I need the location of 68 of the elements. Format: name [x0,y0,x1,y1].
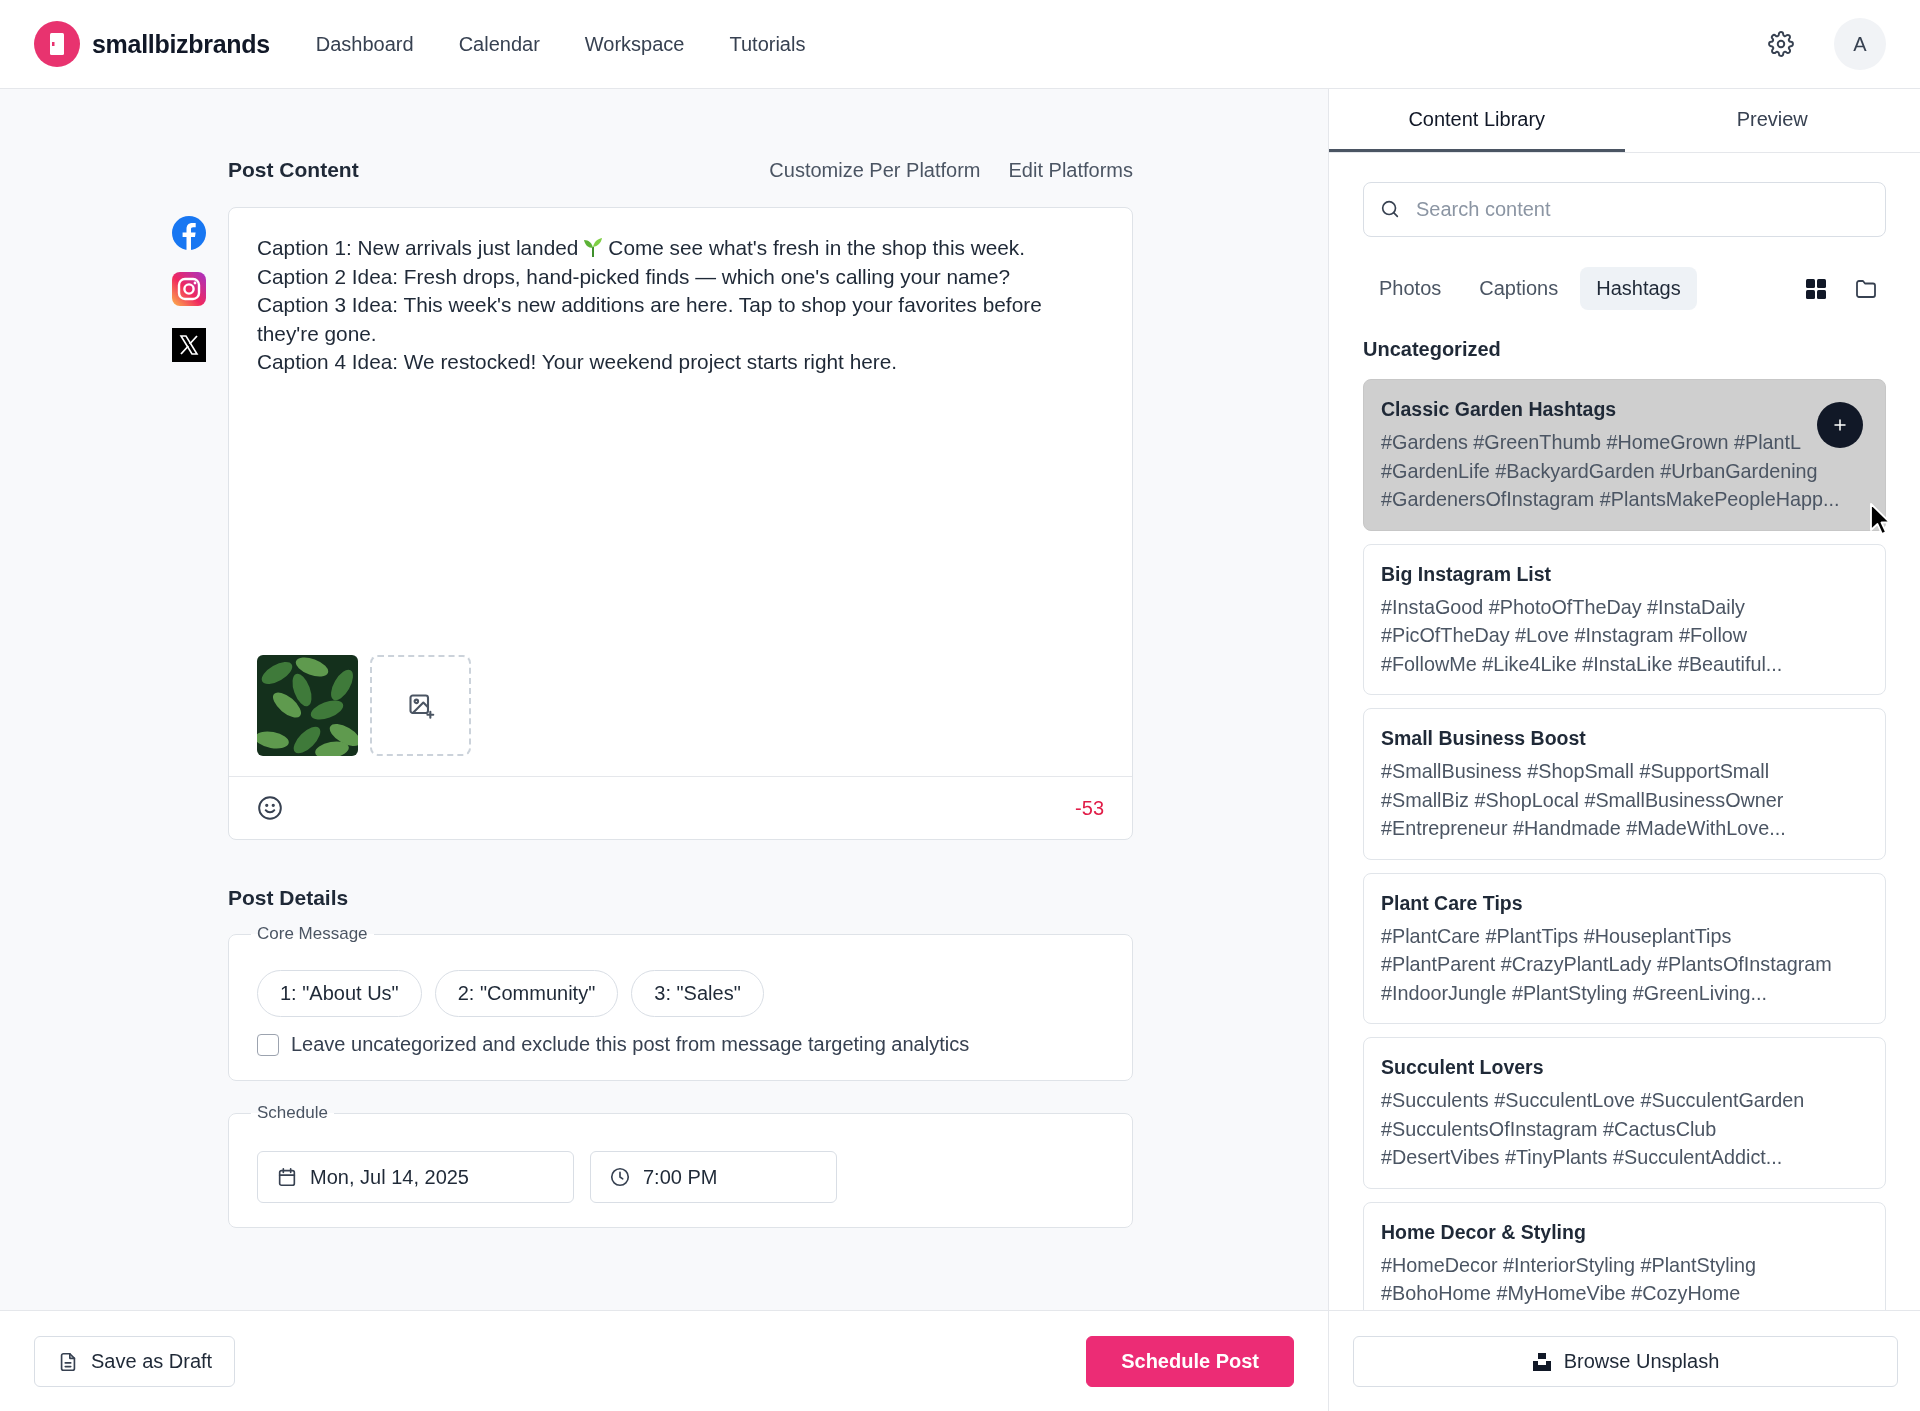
hashtag-list: #SmallBusiness #ShopSmall #SupportSmall #SmallBiz #ShopLocal #SmallBusinessOwner #Entrepreneur #Handmade #MadeWithLove... [1381,757,1868,843]
card-title: Home Decor & Styling [1381,1219,1587,1245]
checkbox-label: Leave uncategorized and exclude this post from message targeting analytics [291,1033,970,1056]
add-button[interactable] [1817,402,1863,448]
header-link[interactable]: Customize Per Platform [769,158,981,182]
hashtag-list: #Succulents #SucculentLove #SucculentGarden #SucculentsOfInstagram #CactusClub #DesertVibes #TinyPlants #SucculentAddict... [1381,1086,1868,1172]
card-title: Plant Care Tips [1381,890,1524,916]
caption-line: Caption 3 Idea: This week's new additions are here. Tap to shop your favorites before [257,292,1043,318]
caption-line: they're gone. [257,320,378,347]
nav-link[interactable]: Calendar [458,32,540,56]
facebook-icon[interactable] [172,216,206,250]
calendar-icon [276,1166,298,1188]
add-image-button[interactable] [370,655,471,756]
card-title: Big Instagram List [1381,561,1553,587]
caption-line: Caption 2 Idea: Fresh drops, hand-picked finds — which one's calling your name? [257,263,1012,290]
x-logo-icon[interactable] [172,328,206,362]
user-avatar[interactable]: A [1834,18,1886,70]
post-editor[interactable] [228,207,1133,840]
date-field[interactable]: Mon, Jul 14, 2025 [257,1151,574,1203]
browse-unsplash-button[interactable]: Browse Unsplash [1353,1336,1898,1387]
filter-tab[interactable]: Photos [1363,267,1458,310]
panel-tab[interactable]: Preview [1624,89,1920,152]
nav-link[interactable]: Dashboard [315,32,414,56]
hashtag-card[interactable]: Small Business Boost #SmallBusiness #ShopSmall #SupportSmall #SmallBiz #ShopLocal #SmallBusinessOwner #Entrepreneur #Handmade #MadeWithLove... [1363,708,1886,860]
section-title: Post Details [228,886,350,910]
hashtag-card[interactable]: Home Decor & Styling #HomeDecor #InteriorStyling #PlantStyling #BohoHome #MyHomeVibe #CozyHome [1363,1201,1886,1310]
clock-icon [609,1166,631,1188]
brand-name: smallbizbrands [92,29,270,59]
message-chip[interactable]: 3: "Sales" [631,970,764,1017]
hashtag-list: #HomeDecor #InteriorStyling #PlantStyling #BohoHome #MyHomeVibe #CozyHome [1381,1250,1868,1308]
search-field[interactable]: Search content [1363,182,1886,237]
hashtag-card[interactable]: Succulent Lovers #Succulents #SucculentLove #SucculentGarden #SucculentsOfInstagram #CactusClub #DesertVibes #TinyPlants #SucculentAddict... [1363,1037,1886,1189]
card-title: Classic Garden Hashtags [1381,397,1618,422]
search-icon [1379,198,1401,220]
camera-block-icon [1531,1351,1552,1372]
card-title: Small Business Boost [1381,726,1587,751]
group-label: Core Message [256,924,369,944]
header-link[interactable]: Edit Platforms [1008,158,1133,182]
panel-tab[interactable]: Content Library [1329,89,1625,152]
category-heading: Uncategorized [1363,338,1502,361]
nav-link[interactable]: Workspace [584,32,685,56]
filter-tab[interactable]: Hashtags [1580,267,1697,310]
message-chip[interactable]: 2: "Community" [434,970,619,1017]
logo-icon[interactable] [34,21,80,67]
grid-view-icon[interactable] [1806,278,1826,299]
checkbox[interactable] [257,1033,279,1056]
image-add-icon [406,691,435,720]
emoji-icon [257,795,283,821]
caption-line: Caption 4 Idea: We restocked! Your weekend project starts right here. [257,349,899,375]
section-title: Post Content [228,158,359,182]
hashtag-list: #InstaGood #PhotoOfTheDay #InstaDaily #PicOfTheDay #Love #Instagram #Follow #FollowMe #Like4Like #InstaLike #Beautiful... [1381,592,1868,678]
settings-icon [1768,31,1794,57]
sprout-icon [582,236,605,258]
card-title: Succulent Lovers [1381,1055,1545,1080]
hashtag-list: #Gardens #GreenThumb #HomeGrown #PlantL #GardenLife #BackyardGarden #UrbanGardening #GardenersOfInstagram #PlantsMakePeopleHapp... [1381,428,1868,514]
hashtag-card[interactable]: Plant Care Tips #PlantCare #PlantTips #HouseplantTips #PlantParent #CrazyPlantLady #PlantsOfInstagram #IndoorJungle #PlantStyling #GreenLiving... [1363,872,1886,1024]
time-field[interactable]: 7:00 PM [590,1151,837,1203]
character-count: -53 [1075,796,1104,820]
schedule-post-button[interactable]: Schedule Post [1086,1336,1294,1387]
hashtag-list: #PlantCare #PlantTips #HouseplantTips #PlantParent #CrazyPlantLady #PlantsOfInstagram #IndoorJungle #PlantStyling #GreenLiving... [1381,921,1868,1007]
hashtag-card[interactable]: Big Instagram List #InstaGood #PhotoOfTheDay #InstaDaily #PicOfTheDay #Love #Instagram #Follow #FollowMe #Like4Like #InstaLike #Beautiful... [1363,543,1886,695]
nav-link[interactable]: Tutorials [729,32,806,56]
filter-tab[interactable]: Captions [1463,267,1575,310]
message-chip[interactable]: 1: "About Us" [257,970,422,1017]
caption-line: Caption 1: New arrivals just landed Come see what's fresh in the shop this week. [257,235,1026,261]
group-label: Schedule [256,1103,329,1123]
instagram-icon[interactable] [172,272,206,306]
save-draft-button[interactable]: Save as Draft [34,1336,236,1387]
